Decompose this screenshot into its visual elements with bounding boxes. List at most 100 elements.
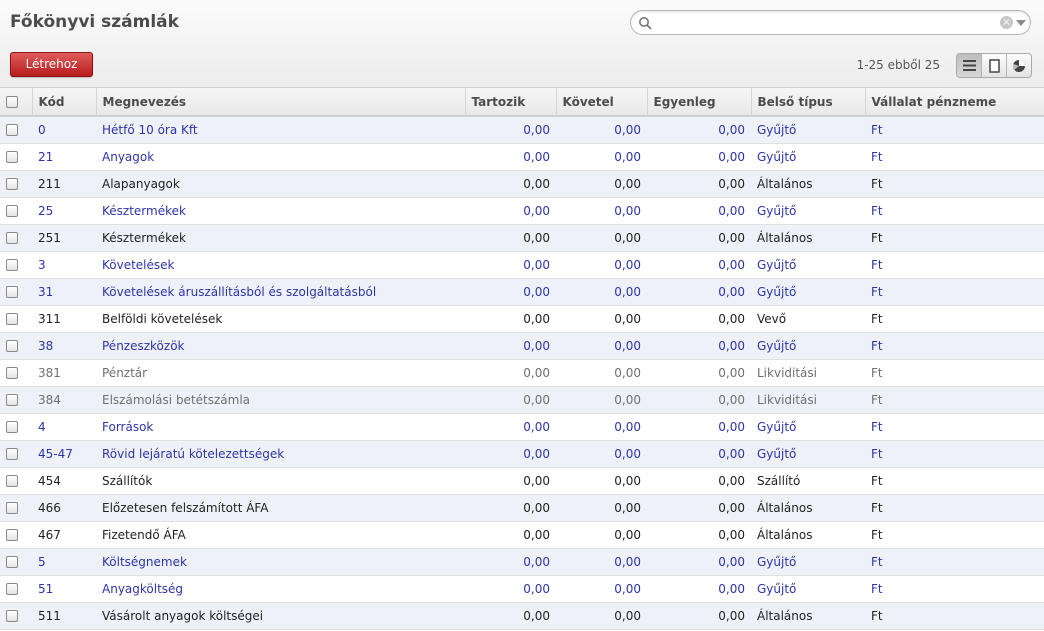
debit-value: 0,00 [465, 278, 556, 306]
table-row[interactable]: 211 Alapanyagok 0,00 0,00 0,00 Általános Ft [0, 170, 1044, 198]
column-header-name[interactable]: Megnevezés [96, 88, 466, 117]
row-checkbox[interactable] [6, 124, 18, 137]
search-input[interactable] [655, 14, 995, 32]
row-select-cell[interactable] [0, 332, 32, 360]
row-checkbox[interactable] [6, 556, 18, 568]
credit-value: 0,00 [556, 494, 647, 522]
row-select-cell[interactable] [0, 494, 32, 522]
table-row[interactable]: 511 Vásárolt anyagok költségei 0,00 0,00 0,0… [0, 602, 1044, 630]
table-row[interactable]: 381 Pénztár 0,00 0,00 0,00 Likviditási Ft [0, 359, 1044, 387]
row-select-cell[interactable] [0, 521, 32, 549]
credit-value: 0,00 [556, 251, 647, 279]
credit-value: 0,00 [556, 170, 647, 198]
company-currency: Ft [865, 494, 1044, 522]
pager-value[interactable]: 1-25 ebből 25 [820, 58, 940, 72]
row-checkbox[interactable] [6, 394, 18, 406]
create-button[interactable]: Létrehoz [10, 52, 93, 77]
table-row[interactable]: 3 Követelések 0,00 0,00 0,00 Gyűjtő Ft [0, 251, 1044, 279]
table-row[interactable]: 466 Előzetesen felszámított ÁFA 0,00 0,00 0,… [0, 494, 1044, 522]
column-header-credit[interactable]: Követel [556, 88, 648, 117]
list-view-button[interactable] [957, 54, 982, 77]
table-row[interactable]: 467 Fizetendő ÁFA 0,00 0,00 0,00 Általános Ft [0, 521, 1044, 549]
column-header-company-currency[interactable]: Vállalat pénzneme [865, 88, 1044, 117]
debit-value: 0,00 [465, 332, 556, 360]
row-checkbox[interactable] [6, 502, 18, 514]
account-name: Alapanyagok [96, 170, 465, 198]
balance-value: 0,00 [647, 575, 751, 603]
row-checkbox[interactable] [6, 583, 18, 595]
table-row[interactable]: 31 Követelések áruszállításból és szolgál… [0, 278, 1044, 306]
page-title: Főkönyvi számlák [10, 12, 179, 32]
row-checkbox[interactable] [6, 448, 18, 460]
credit-value: 0,00 [556, 224, 647, 252]
table-row[interactable]: 384 Elszámolási betétszámla 0,00 0,00 0,00 Li… [0, 386, 1044, 414]
account-code: 466 [32, 494, 96, 522]
table-row[interactable]: 25 Késztermékek 0,00 0,00 0,00 Gyűjtő Ft [0, 197, 1044, 225]
row-checkbox[interactable] [6, 286, 18, 298]
column-header-code[interactable]: Kód [32, 88, 97, 117]
row-checkbox[interactable] [6, 232, 18, 244]
row-checkbox[interactable] [6, 367, 18, 379]
row-checkbox[interactable] [6, 529, 18, 541]
table-row[interactable]: 0 Hétfő 10 óra Kft 0,00 0,00 0,00 Gyűjtő Ft [0, 116, 1044, 144]
row-select-cell[interactable] [0, 575, 32, 603]
row-select-cell[interactable] [0, 278, 32, 306]
graph-view-button[interactable] [1007, 54, 1031, 77]
row-checkbox[interactable] [6, 340, 18, 352]
balance-value: 0,00 [647, 197, 751, 225]
table-row[interactable]: 251 Késztermékek 0,00 0,00 0,00 Általános Ft [0, 224, 1044, 252]
search-box[interactable]: × [630, 10, 1031, 35]
table-row[interactable]: 51 Anyagköltség 0,00 0,00 0,00 Gyűjtő Ft [0, 575, 1044, 603]
row-checkbox[interactable] [6, 421, 18, 433]
row-select-cell[interactable] [0, 467, 32, 495]
row-select-cell[interactable] [0, 116, 32, 144]
column-header-balance[interactable]: Egyenleg [647, 88, 752, 117]
row-select-cell[interactable] [0, 143, 32, 171]
row-select-cell[interactable] [0, 413, 32, 441]
row-checkbox[interactable] [6, 610, 18, 622]
table-row[interactable]: 454 Szállítók 0,00 0,00 0,00 Szállító Ft [0, 467, 1044, 495]
internal-type: Gyűjtő [751, 143, 865, 171]
credit-value: 0,00 [556, 143, 647, 171]
row-checkbox[interactable] [6, 475, 18, 487]
debit-value: 0,00 [465, 440, 556, 468]
view-switcher [956, 53, 1032, 78]
debit-value: 0,00 [465, 413, 556, 441]
row-select-cell[interactable] [0, 224, 32, 252]
row-select-cell[interactable] [0, 440, 32, 468]
table-row[interactable]: 5 Költségnemek 0,00 0,00 0,00 Gyűjtő Ft [0, 548, 1044, 576]
row-checkbox[interactable] [6, 259, 18, 271]
table-row[interactable]: 4 Források 0,00 0,00 0,00 Gyűjtő Ft [0, 413, 1044, 441]
clear-search-icon[interactable]: × [1000, 16, 1013, 29]
account-code: 381 [32, 359, 96, 387]
select-all-checkbox[interactable] [6, 96, 18, 108]
row-checkbox[interactable] [6, 205, 18, 217]
row-select-cell[interactable] [0, 197, 32, 225]
internal-type: Szállító [751, 467, 865, 495]
row-select-cell[interactable] [0, 251, 32, 279]
table-row[interactable]: 45-47 Rövid lejáratú kötelezettségek 0,00 0… [0, 440, 1044, 468]
row-select-cell[interactable] [0, 359, 32, 387]
column-header-internal-type[interactable]: Belső típus [751, 88, 866, 117]
company-currency: Ft [865, 170, 1044, 198]
balance-value: 0,00 [647, 332, 751, 360]
column-header-debit[interactable]: Tartozik [465, 88, 557, 117]
debit-value: 0,00 [465, 467, 556, 495]
search-options-dropdown-icon[interactable] [1016, 20, 1026, 26]
row-checkbox[interactable] [6, 313, 18, 325]
row-select-cell[interactable] [0, 602, 32, 630]
row-select-cell[interactable] [0, 386, 32, 414]
table-row[interactable]: 21 Anyagok 0,00 0,00 0,00 Gyűjtő Ft [0, 143, 1044, 171]
balance-value: 0,00 [647, 386, 751, 414]
row-checkbox[interactable] [6, 178, 18, 190]
row-select-cell[interactable] [0, 305, 32, 333]
select-all-cell[interactable] [0, 88, 33, 117]
form-view-button[interactable] [982, 54, 1007, 77]
row-checkbox[interactable] [6, 151, 18, 163]
credit-value: 0,00 [556, 467, 647, 495]
table-row[interactable]: 311 Belföldi követelések 0,00 0,00 0,00 Vevő F… [0, 305, 1044, 333]
credit-value: 0,00 [556, 602, 647, 630]
row-select-cell[interactable] [0, 548, 32, 576]
row-select-cell[interactable] [0, 170, 32, 198]
table-row[interactable]: 38 Pénzeszközök 0,00 0,00 0,00 Gyűjtő Ft [0, 332, 1044, 360]
